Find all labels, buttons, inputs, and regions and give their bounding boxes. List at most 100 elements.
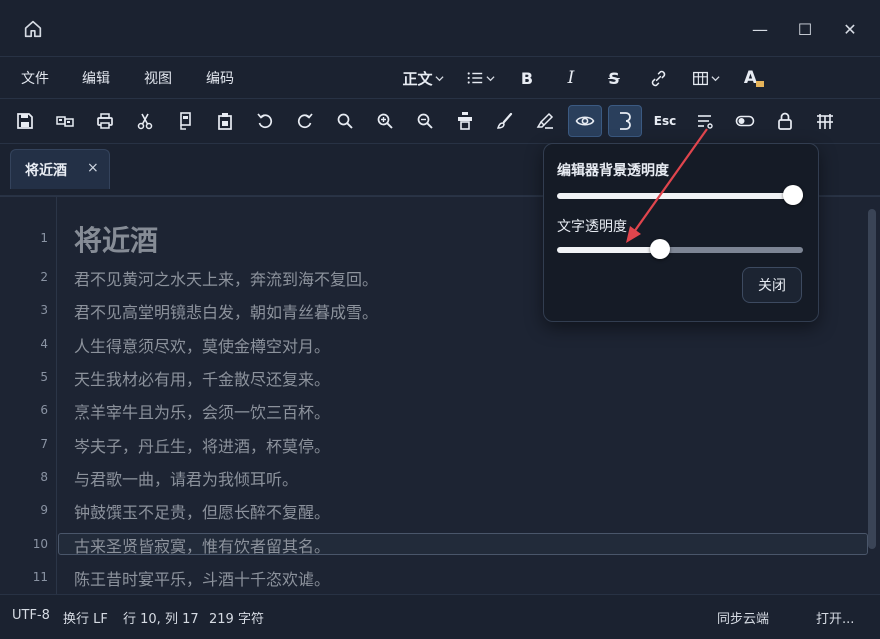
encoding-status[interactable]: UTF-8 [12, 608, 50, 623]
line-number: 7 [40, 437, 48, 451]
heading-line: 将近酒 [74, 224, 159, 257]
text-opacity-slider[interactable] [557, 239, 803, 259]
paragraph-style-label: 正文 [402, 69, 433, 88]
strikethrough-button[interactable]: S [601, 65, 627, 91]
link-icon [651, 70, 665, 86]
copy-icon [180, 112, 191, 130]
table-dropdown[interactable] [688, 65, 724, 91]
toolbar: Esc [0, 98, 880, 144]
menu-file[interactable]: 文件 [21, 68, 49, 88]
text-line: 君不见黄河之水天上来，奔流到海不复回。 [74, 270, 379, 289]
tab-label: 将近酒 [25, 163, 67, 179]
transparency-icon [620, 112, 631, 130]
text-opacity-label: 文字透明度 [557, 219, 627, 235]
menu-bar: 文件 编辑 视图 编码 正文 B I S A [0, 56, 880, 99]
paste-button[interactable] [208, 105, 242, 137]
tab-document[interactable]: 将近酒 × [10, 149, 110, 189]
tab-close-icon[interactable]: × [87, 160, 99, 176]
line-number: 2 [40, 270, 48, 284]
chevron-down-icon [711, 75, 720, 81]
chevron-down-icon [485, 75, 495, 81]
text-line: 与君歌一曲，请君为我倾耳听。 [74, 470, 299, 489]
lock-button[interactable] [768, 105, 802, 137]
char-count: 219 字符 [209, 612, 264, 627]
copy-button[interactable] [168, 105, 202, 137]
open-button[interactable]: 打开... [816, 608, 854, 627]
slider-fill [557, 193, 803, 199]
preview-toggle-button[interactable] [568, 105, 602, 137]
close-window-button[interactable]: ✕ [838, 17, 862, 41]
save-icon [17, 113, 33, 129]
redo-icon [297, 113, 313, 129]
table-icon [693, 71, 708, 85]
text-line: 人生得意须尽欢，莫使金樽空对月。 [74, 337, 331, 356]
cut-button[interactable] [128, 105, 162, 137]
paragraph-style-dropdown[interactable]: 正文 [400, 65, 446, 91]
highlighter-icon [536, 112, 554, 129]
sync-cloud-button[interactable]: 同步云端 [717, 608, 769, 627]
menu-encoding[interactable]: 编码 [206, 68, 234, 88]
zoom-out-button[interactable] [408, 105, 442, 137]
bold-button[interactable]: B [514, 65, 540, 91]
line-number: 10 [32, 537, 48, 551]
line-number: 6 [40, 403, 48, 417]
line-number: 4 [40, 337, 48, 351]
list-icon [467, 72, 482, 84]
columns-button[interactable] [808, 105, 842, 137]
print-button[interactable] [88, 105, 122, 137]
line-wrap-button[interactable] [688, 105, 722, 137]
text-color-button[interactable]: A [740, 65, 768, 91]
search-icon [337, 113, 353, 129]
close-popover-button[interactable]: 关闭 [742, 267, 802, 303]
title-bar: — ☐ ✕ [0, 0, 880, 56]
esc-button[interactable]: Esc [648, 105, 682, 137]
italic-button[interactable]: I [558, 65, 584, 91]
line-number: 1 [40, 231, 48, 245]
eol-status[interactable]: 换行 LF [63, 608, 108, 627]
slider-track [660, 247, 803, 253]
list-dropdown[interactable] [462, 65, 498, 91]
eye-icon [575, 116, 595, 126]
chevron-down-icon [434, 75, 444, 81]
slider-knob[interactable] [650, 239, 671, 259]
text-line: 钟鼓馔玉不足贵，但愿长醉不复醒。 [74, 503, 331, 522]
undo-button[interactable] [248, 105, 282, 137]
minimize-button[interactable]: — [748, 17, 772, 41]
transparency-button[interactable] [608, 105, 642, 137]
menu-edit[interactable]: 编辑 [82, 68, 110, 88]
brush-icon [496, 112, 513, 129]
text-line: 天生我材必有用，千金散尽还复来。 [74, 370, 331, 389]
vertical-scrollbar[interactable] [868, 209, 876, 549]
paste-icon [218, 113, 232, 130]
save-button[interactable] [8, 105, 42, 137]
color-swatch-icon [756, 81, 765, 87]
brush-button[interactable] [488, 105, 522, 137]
zoom-out-icon [417, 113, 433, 129]
pin-button[interactable] [448, 105, 482, 137]
lock-icon [778, 112, 792, 130]
line-number: 9 [40, 503, 48, 517]
zoom-in-icon [377, 113, 393, 129]
line-wrap-icon [698, 115, 713, 129]
redo-button[interactable] [288, 105, 322, 137]
maximize-button[interactable]: ☐ [793, 17, 817, 41]
save-as-icon [56, 116, 74, 127]
scissors-icon [137, 113, 153, 130]
cursor-position: 行 10, 列 17 [123, 612, 199, 627]
menu-view[interactable]: 视图 [144, 68, 172, 88]
zoom-in-button[interactable] [368, 105, 402, 137]
bg-opacity-slider[interactable] [557, 185, 803, 205]
home-icon[interactable] [22, 18, 44, 40]
slider-knob[interactable] [783, 185, 803, 205]
status-bar: UTF-8 换行 LF 行 10, 列 17 219 字符 同步云端 打开... [0, 594, 880, 639]
link-button[interactable] [645, 65, 671, 91]
line-number-gutter: 1 2 3 4 5 6 7 8 9 10 11 [0, 197, 57, 595]
save-as-button[interactable] [48, 105, 82, 137]
dark-mode-toggle[interactable] [728, 105, 762, 137]
text-line: 烹羊宰牛且为乐，会须一饮三百杯。 [74, 403, 331, 422]
columns-icon [817, 114, 833, 129]
highlight-button[interactable] [528, 105, 562, 137]
text-line: 陈王昔时宴平乐，斗酒十千恣欢谑。 [74, 570, 331, 589]
search-button[interactable] [328, 105, 362, 137]
text-line: 君不见高堂明镜悲白发，朝如青丝暮成雪。 [74, 303, 379, 322]
